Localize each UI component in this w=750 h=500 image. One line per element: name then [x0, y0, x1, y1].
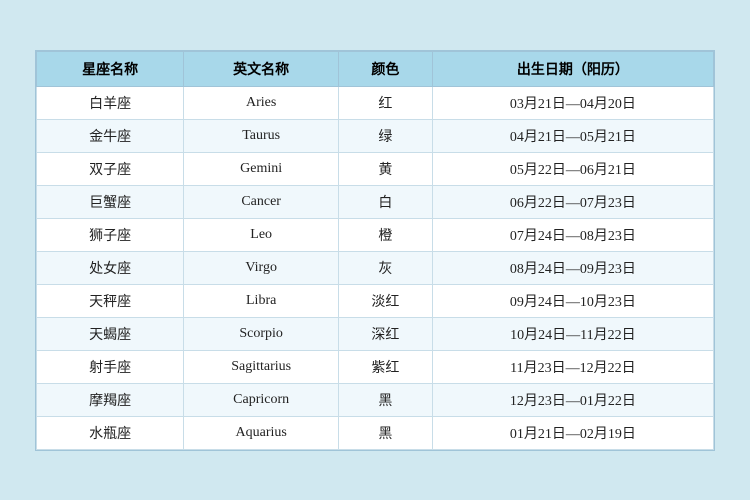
cell-chinese-name: 摩羯座 [37, 383, 184, 416]
cell-dates: 07月24日—08月23日 [432, 218, 713, 251]
cell-dates: 03月21日—04月20日 [432, 86, 713, 119]
table-row: 处女座Virgo灰08月24日—09月23日 [37, 251, 714, 284]
cell-dates: 12月23日—01月22日 [432, 383, 713, 416]
cell-english-name: Gemini [184, 152, 339, 185]
cell-color: 白 [339, 185, 433, 218]
table-row: 水瓶座Aquarius黑01月21日—02月19日 [37, 416, 714, 449]
cell-color: 黑 [339, 383, 433, 416]
cell-english-name: Virgo [184, 251, 339, 284]
table-row: 狮子座Leo橙07月24日—08月23日 [37, 218, 714, 251]
cell-chinese-name: 白羊座 [37, 86, 184, 119]
cell-color: 黄 [339, 152, 433, 185]
cell-color: 灰 [339, 251, 433, 284]
cell-chinese-name: 金牛座 [37, 119, 184, 152]
cell-color: 绿 [339, 119, 433, 152]
table-row: 白羊座Aries红03月21日—04月20日 [37, 86, 714, 119]
cell-english-name: Leo [184, 218, 339, 251]
cell-color: 橙 [339, 218, 433, 251]
table-row: 射手座Sagittarius紫红11月23日—12月22日 [37, 350, 714, 383]
table-row: 天蝎座Scorpio深红10月24日—11月22日 [37, 317, 714, 350]
header-color: 颜色 [339, 51, 433, 86]
header-dates: 出生日期（阳历） [432, 51, 713, 86]
table-row: 天秤座Libra淡红09月24日—10月23日 [37, 284, 714, 317]
header-chinese-name: 星座名称 [37, 51, 184, 86]
cell-english-name: Cancer [184, 185, 339, 218]
cell-color: 红 [339, 86, 433, 119]
cell-chinese-name: 处女座 [37, 251, 184, 284]
cell-english-name: Taurus [184, 119, 339, 152]
cell-dates: 11月23日—12月22日 [432, 350, 713, 383]
cell-dates: 09月24日—10月23日 [432, 284, 713, 317]
cell-dates: 04月21日—05月21日 [432, 119, 713, 152]
table-body: 白羊座Aries红03月21日—04月20日金牛座Taurus绿04月21日—0… [37, 86, 714, 449]
cell-english-name: Aquarius [184, 416, 339, 449]
cell-english-name: Scorpio [184, 317, 339, 350]
zodiac-table-wrapper: 星座名称 英文名称 颜色 出生日期（阳历） 白羊座Aries红03月21日—04… [35, 50, 715, 451]
cell-chinese-name: 射手座 [37, 350, 184, 383]
cell-chinese-name: 狮子座 [37, 218, 184, 251]
cell-dates: 10月24日—11月22日 [432, 317, 713, 350]
cell-dates: 05月22日—06月21日 [432, 152, 713, 185]
cell-chinese-name: 双子座 [37, 152, 184, 185]
cell-color: 黑 [339, 416, 433, 449]
cell-english-name: Libra [184, 284, 339, 317]
cell-dates: 08月24日—09月23日 [432, 251, 713, 284]
cell-chinese-name: 天秤座 [37, 284, 184, 317]
table-row: 巨蟹座Cancer白06月22日—07月23日 [37, 185, 714, 218]
table-row: 金牛座Taurus绿04月21日—05月21日 [37, 119, 714, 152]
cell-chinese-name: 巨蟹座 [37, 185, 184, 218]
zodiac-table: 星座名称 英文名称 颜色 出生日期（阳历） 白羊座Aries红03月21日—04… [36, 51, 714, 450]
cell-english-name: Capricorn [184, 383, 339, 416]
cell-color: 淡红 [339, 284, 433, 317]
table-header-row: 星座名称 英文名称 颜色 出生日期（阳历） [37, 51, 714, 86]
cell-dates: 06月22日—07月23日 [432, 185, 713, 218]
table-row: 双子座Gemini黄05月22日—06月21日 [37, 152, 714, 185]
cell-english-name: Aries [184, 86, 339, 119]
cell-english-name: Sagittarius [184, 350, 339, 383]
cell-chinese-name: 天蝎座 [37, 317, 184, 350]
cell-dates: 01月21日—02月19日 [432, 416, 713, 449]
table-row: 摩羯座Capricorn黑12月23日—01月22日 [37, 383, 714, 416]
cell-chinese-name: 水瓶座 [37, 416, 184, 449]
cell-color: 紫红 [339, 350, 433, 383]
cell-color: 深红 [339, 317, 433, 350]
header-english-name: 英文名称 [184, 51, 339, 86]
